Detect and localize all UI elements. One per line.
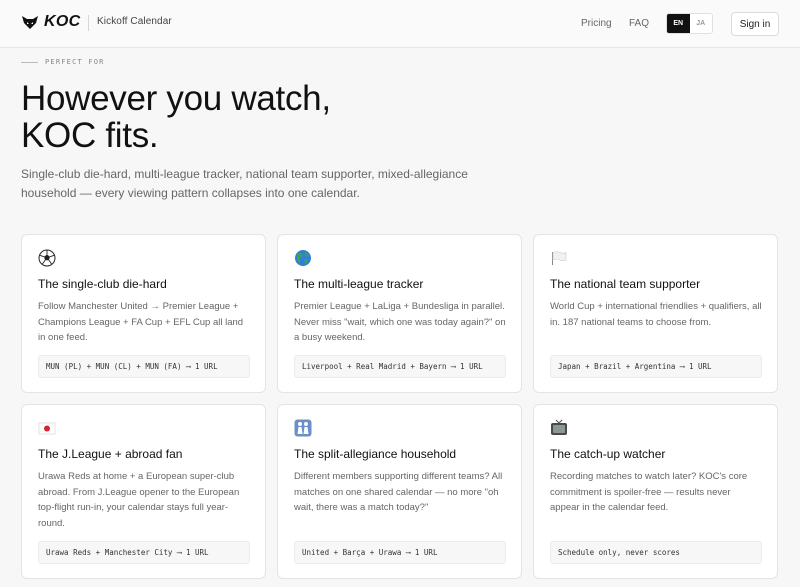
language-option-ja[interactable]: JA — [690, 14, 713, 33]
card-title: The split-allegiance household — [294, 447, 457, 461]
language-option-en[interactable]: EN — [667, 14, 690, 33]
header-divider — [88, 15, 89, 31]
site-header: KOC Kickoff Calendar Pricing FAQ EN JA S… — [0, 0, 800, 48]
persona-card-catch-up: The catch-up watcher Recording matches t… — [533, 404, 778, 579]
sign-in-button[interactable]: Sign in — [731, 12, 779, 36]
card-description: Follow Manchester United → Premier Leagu… — [38, 301, 244, 344]
persona-card-split-allegiance: The split-allegiance household Different… — [277, 404, 522, 579]
card-title: The multi-league tracker — [294, 277, 424, 291]
card-description: Recording matches to watch later? KOC's … — [550, 471, 748, 514]
card-code-sample: Schedule only, never scores — [550, 541, 762, 564]
card-description: Premier League + LaLiga + Bundesliga in … — [294, 301, 506, 344]
card-code-sample: MUN (PL) + MUN (CL) + MUN (FA) ⟶ 1 URL — [38, 355, 250, 378]
hero-subtitle: Single-club die-hard, multi-league track… — [21, 167, 468, 200]
nav-link-pricing[interactable]: Pricing — [581, 18, 612, 29]
persona-card-multi-league: The multi-league tracker Premier League … — [277, 234, 522, 393]
persona-card-single-club: The single-club die-hard Follow Manchest… — [21, 234, 266, 393]
soccer-ball-icon — [38, 249, 56, 267]
card-title: The catch-up watcher — [550, 447, 666, 461]
hero-title-line-1: However you watch, — [21, 79, 331, 118]
eyebrow: PERFECT FOR — [21, 58, 105, 66]
white-flag-icon — [550, 249, 568, 267]
television-icon — [550, 419, 568, 437]
app-name: Kickoff Calendar — [97, 16, 172, 27]
hero-title-line-2: KOC fits. — [21, 116, 159, 155]
language-toggle: EN JA — [666, 13, 713, 34]
hero-title: However you watch, KOC fits. — [21, 80, 521, 154]
family-icon — [294, 419, 312, 437]
japan-flag-icon — [38, 419, 56, 437]
logo[interactable]: KOC — [21, 13, 80, 31]
eyebrow-line — [21, 61, 38, 63]
card-title: The single-club die-hard — [38, 277, 167, 291]
card-description: Urawa Reds at home + a European super-cl… — [38, 471, 240, 529]
globe-icon — [294, 249, 312, 267]
card-description: Different members supporting different t… — [294, 471, 503, 514]
card-code-sample: Japan + Brazil + Argentina ⟶ 1 URL — [550, 355, 762, 378]
nav-link-faq[interactable]: FAQ — [629, 18, 649, 29]
card-description: World Cup + international friendlies + q… — [550, 301, 762, 328]
persona-card-jleague-abroad: The J.League + abroad fan Urawa Reds at … — [21, 404, 266, 579]
persona-card-national-team: The national team supporter World Cup + … — [533, 234, 778, 393]
card-code-sample: Liverpool + Real Madrid + Bayern ⟶ 1 URL — [294, 355, 506, 378]
card-code-sample: United + Barça + Urawa ⟶ 1 URL — [294, 541, 506, 564]
eyebrow-text: PERFECT FOR — [45, 58, 105, 66]
fox-logo-icon — [22, 16, 38, 29]
card-title: The J.League + abroad fan — [38, 447, 183, 461]
card-code-sample: Urawa Reds + Manchester City ⟶ 1 URL — [38, 541, 250, 564]
logo-text: KOC — [44, 13, 81, 30]
card-title: The national team supporter — [550, 277, 701, 291]
